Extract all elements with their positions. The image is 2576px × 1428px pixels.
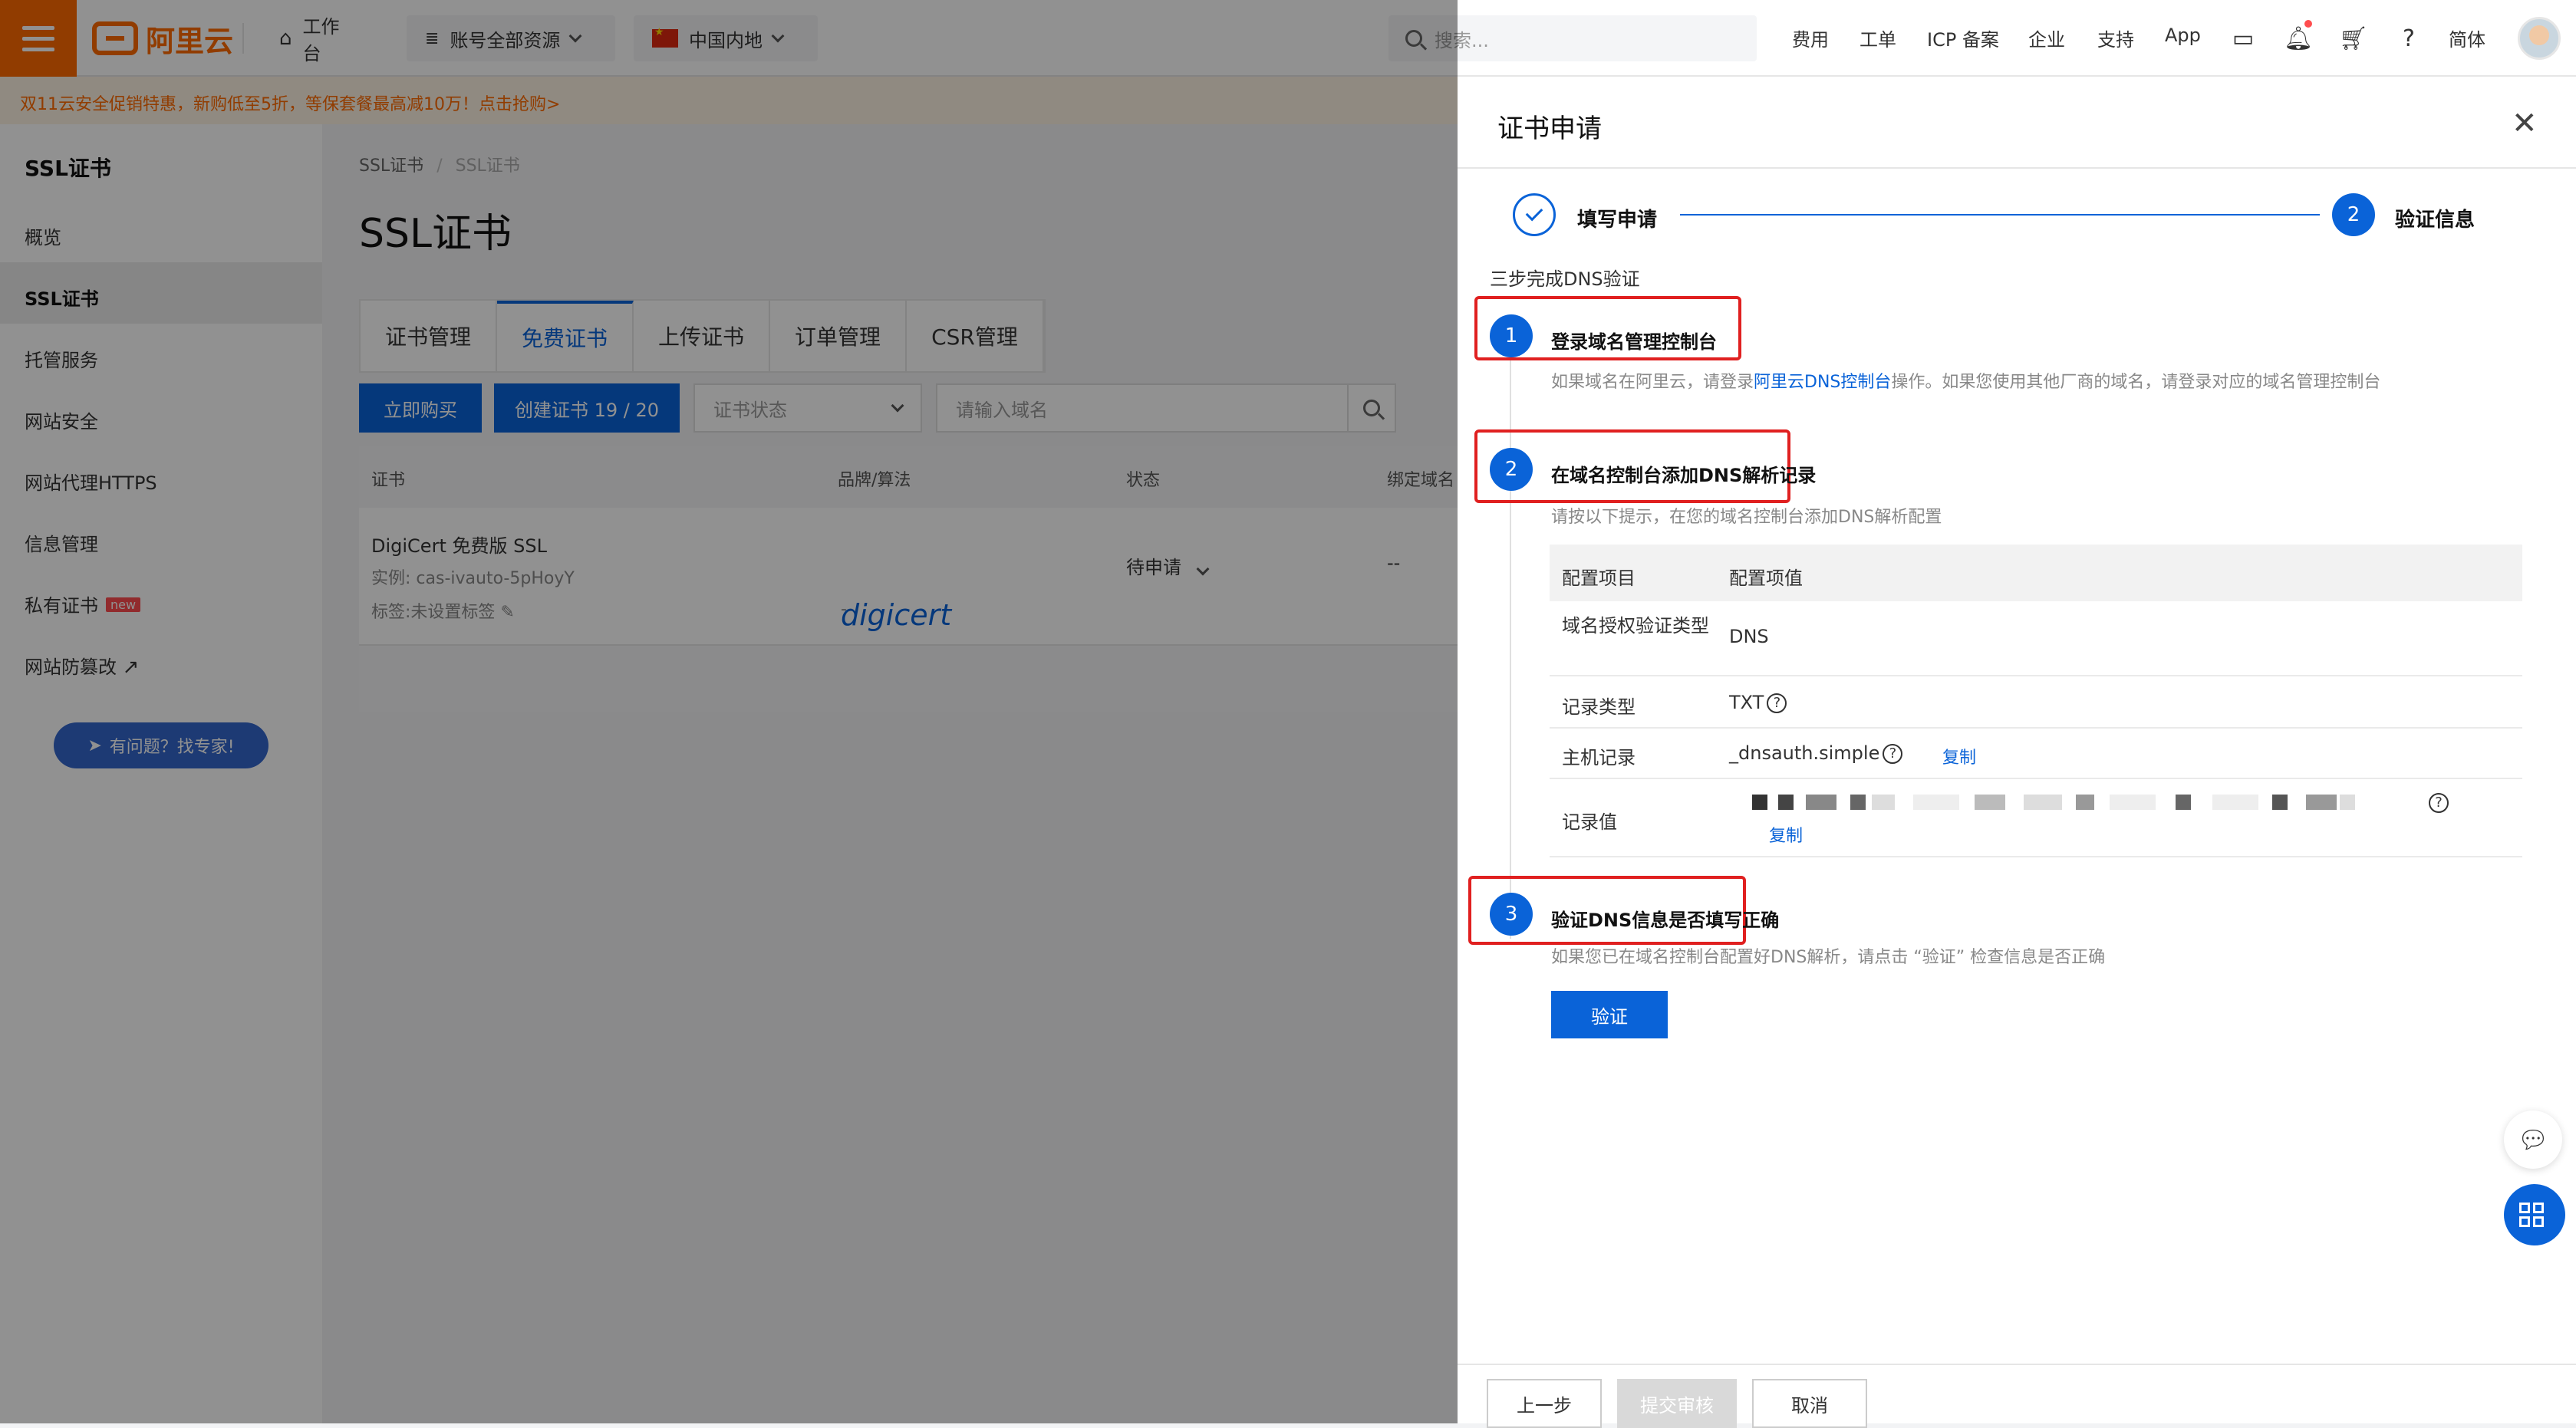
nav-link-fees[interactable]: 费用: [1792, 25, 1829, 51]
step2-title: 在域名控制台添加DNS解析记录: [1551, 465, 1817, 486]
step-label-verify-info: 验证信息: [2395, 209, 2476, 232]
close-icon[interactable]: ✕: [2512, 106, 2538, 141]
help-icon[interactable]: ?: [1767, 693, 1787, 713]
table-header: 配置项目 配置项值: [1550, 545, 2522, 601]
previous-step-button[interactable]: 上一步: [1487, 1379, 1602, 1428]
table-row: 域名授权验证类型 DNS: [1550, 601, 2522, 676]
config-value: DNS: [1729, 626, 1769, 647]
column-header: 配置项目: [1562, 568, 1636, 589]
step1-desc-text: 如果域名在阿里云，请登录: [1551, 373, 1754, 392]
divider: [1458, 167, 2576, 169]
step1-description: 如果域名在阿里云，请登录阿里云DNS控制台操作。如果您使用其他厂商的域名，请登录…: [1551, 368, 2380, 393]
nav-link-support[interactable]: 支持: [2097, 25, 2134, 51]
table-row: 记录值 ? 复制: [1550, 779, 2522, 857]
step-current-indicator: 2: [2332, 193, 2375, 236]
config-key: 域名授权验证类型: [1562, 615, 1709, 637]
divider: [1458, 1364, 2576, 1365]
table-row: 记录类型 TXT?: [1550, 676, 2522, 729]
terminal-icon[interactable]: ▭: [2228, 23, 2258, 54]
step1-title: 登录域名管理控制台: [1551, 331, 1717, 353]
redacted-record-value: [1729, 795, 2373, 811]
step-connector: [1510, 479, 1511, 939]
step-number: 1: [1490, 314, 1533, 357]
step-label-fill-application: 填写申请: [1577, 209, 1658, 232]
apps-grid-icon[interactable]: [2504, 1184, 2565, 1245]
dns-verify-intro: 三步完成DNS验证: [1490, 268, 1640, 290]
cert-application-drawer: 证书申请 ✕ 填写申请 2 验证信息 三步完成DNS验证 1 登录域名管理控制台…: [1458, 77, 2576, 1428]
config-value: TXT: [1729, 692, 1764, 713]
help-icon[interactable]: ?: [2393, 23, 2424, 54]
config-value: _dnsauth.simple: [1729, 742, 1880, 764]
cart-icon[interactable]: 🛒︎: [2338, 23, 2369, 54]
step-number: 3: [1490, 893, 1533, 936]
step3-description: 如果您已在域名控制台配置好DNS解析，请点击 “验证” 检查信息是否正确: [1551, 948, 2106, 967]
step-done-indicator: [1513, 193, 1556, 236]
config-key: 记录值: [1562, 811, 1617, 833]
config-key: 记录类型: [1562, 696, 1636, 718]
submit-review-button[interactable]: 提交审核: [1617, 1379, 1737, 1428]
stepper-line: [1680, 214, 2320, 216]
table-row: 主机记录 _dnsauth.simple? 复制: [1550, 729, 2522, 779]
step-number: 2: [1490, 448, 1533, 491]
config-key: 主机记录: [1562, 747, 1636, 768]
avatar[interactable]: [2518, 17, 2561, 60]
step1-desc-text: 操作。如果您使用其他厂商的域名，请登录对应的域名管理控制台: [1891, 373, 2381, 392]
verify-button[interactable]: 验证: [1551, 991, 1668, 1038]
step3-title: 验证DNS信息是否填写正确: [1551, 910, 1780, 931]
modal-overlay[interactable]: [0, 0, 1458, 1423]
nav-link-app[interactable]: App: [2165, 25, 2201, 46]
language-switch[interactable]: 简体: [2449, 25, 2485, 51]
cancel-button[interactable]: 取消: [1752, 1379, 1867, 1428]
nav-link-enterprise[interactable]: 企业: [2028, 25, 2065, 51]
column-header: 配置项值: [1729, 568, 1803, 589]
nav-link-tickets[interactable]: 工单: [1860, 25, 1896, 51]
chat-icon[interactable]: 💬︎: [2504, 1110, 2562, 1169]
nav-link-icp[interactable]: ICP 备案: [1927, 25, 1999, 51]
copy-host-record-button[interactable]: 复制: [1942, 744, 1976, 768]
notification-dot: [2304, 20, 2312, 28]
step2-description: 请按以下提示，在您的域名控制台添加DNS解析配置: [1551, 508, 1942, 527]
copy-record-value-button[interactable]: 复制: [1769, 822, 1803, 847]
bell-icon[interactable]: 🔔︎: [2283, 23, 2314, 54]
check-icon: [1525, 203, 1543, 222]
drawer-title: 证书申请: [1497, 114, 1602, 144]
help-icon[interactable]: ?: [1883, 744, 1903, 764]
dns-console-link[interactable]: 阿里云DNS控制台: [1754, 373, 1891, 392]
help-icon[interactable]: ?: [2429, 793, 2449, 813]
